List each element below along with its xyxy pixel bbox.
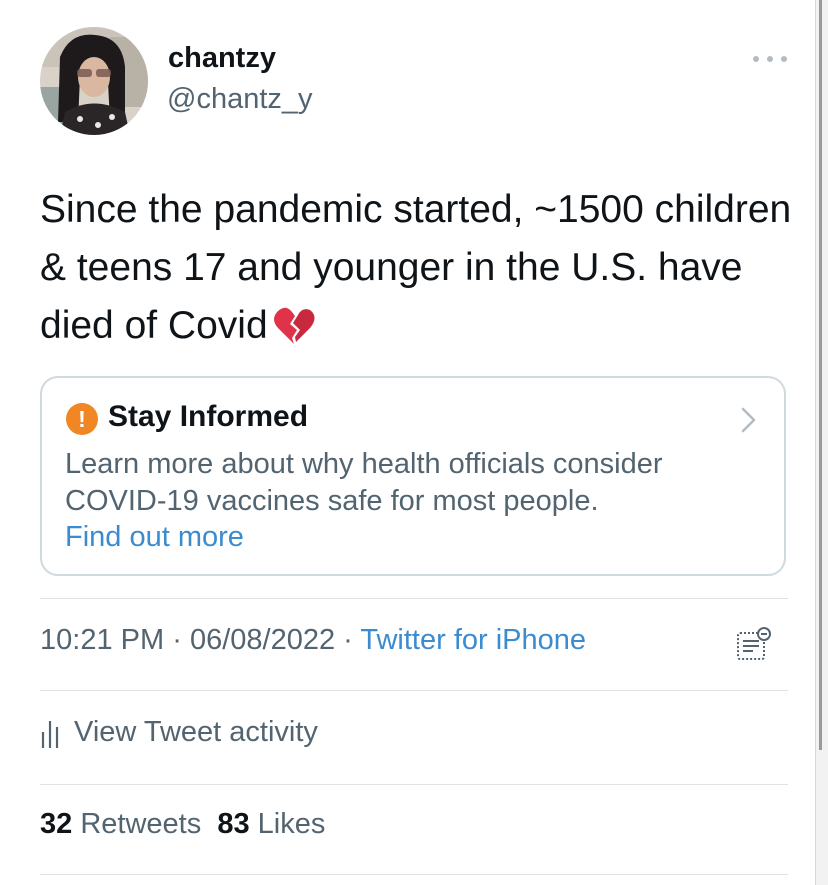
scrollbar-track [819, 0, 822, 750]
notice-title: Stay Informed [108, 400, 309, 433]
tweet-stats: 32 Retweets 83 Likes [40, 808, 325, 841]
handle[interactable]: @chantz_y [167, 83, 313, 116]
tweet-text: Since the pandemic started, ~1500 childr… [40, 188, 792, 347]
divider [40, 784, 788, 785]
broken-heart-icon [272, 305, 316, 363]
meta-separator: · [343, 624, 353, 656]
tweet-meta: 10:21 PM · 06/08/2022 · Twitter for iPho… [40, 624, 586, 657]
likes-stat[interactable]: 83 Likes [217, 808, 325, 840]
retweets-stat[interactable]: 32 Retweets [40, 808, 201, 840]
more-dot [767, 56, 773, 62]
scrollbar[interactable] [815, 0, 828, 885]
likes-label: Likes [257, 808, 326, 840]
divider [40, 874, 788, 875]
view-tweet-activity-button[interactable]: View Tweet activity [40, 716, 318, 749]
alert-icon: ! [66, 403, 98, 435]
retweets-count: 32 [40, 808, 73, 840]
stay-informed-card[interactable]: ! Stay Informed Learn more about why hea… [40, 376, 786, 576]
find-out-more-link[interactable]: Find out more [65, 521, 244, 554]
tweet-detail: chantzy @chantz_y Since the pandemic sta… [0, 0, 828, 885]
more-options-button[interactable] [753, 48, 787, 70]
more-dot [753, 56, 759, 62]
divider [40, 690, 788, 691]
activity-label: View Tweet activity [74, 716, 318, 748]
display-name[interactable]: chantzy [168, 42, 276, 75]
tweet-date[interactable]: 06/08/2022 [190, 624, 335, 656]
likes-count: 83 [217, 808, 250, 840]
more-dot [781, 56, 787, 62]
analytics-icon [41, 720, 59, 748]
chevron-right-icon [741, 407, 756, 433]
notice-body: Learn more about why health officials co… [65, 448, 663, 517]
retweets-label: Retweets [80, 808, 202, 840]
tweet-body: Since the pandemic started, ~1500 childr… [40, 181, 800, 363]
tweet-source-link[interactable]: Twitter for iPhone [360, 624, 586, 656]
notes-icon[interactable] [735, 626, 773, 662]
divider [40, 598, 788, 599]
avatar[interactable] [40, 27, 148, 135]
meta-separator: · [172, 624, 182, 656]
tweet-time[interactable]: 10:21 PM [40, 624, 164, 656]
